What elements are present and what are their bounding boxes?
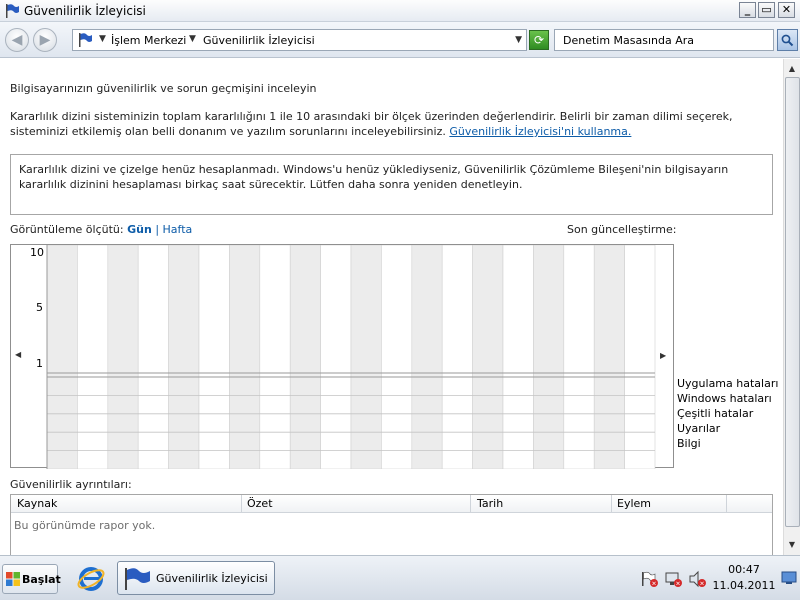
scroll-up-icon[interactable]: ▲ xyxy=(784,61,800,77)
address-history-dropdown-icon[interactable]: ▼ xyxy=(515,35,522,45)
view-week-link[interactable]: Hafta xyxy=(163,223,193,236)
clock-date: 11.04.2011 xyxy=(712,579,776,592)
view-label: Görüntüleme ölçütü: xyxy=(10,223,124,236)
column-divider[interactable] xyxy=(241,495,242,513)
action-center-tray-icon[interactable]: ✕ xyxy=(640,570,660,588)
windows-logo-icon xyxy=(6,572,20,586)
chart-day-column[interactable] xyxy=(107,245,139,469)
column-header-summary[interactable]: Özet xyxy=(247,497,273,510)
table-header: Kaynak Özet Tarih Eylem xyxy=(11,495,772,513)
legend-app-failures: Uygulama hataları xyxy=(677,377,779,390)
internet-explorer-icon[interactable] xyxy=(76,564,106,594)
intro-text: Kararlılık dizini sisteminizin toplam ka… xyxy=(10,109,775,139)
empty-table-message: Bu görünümde rapor yok. xyxy=(14,519,156,532)
breadcrumb-separator-icon[interactable]: ▼ xyxy=(189,34,196,44)
search-icon xyxy=(781,34,794,47)
view-separator: | xyxy=(155,223,160,236)
breadcrumb-item-action-center[interactable]: İşlem Merkezi xyxy=(111,34,186,47)
chart-day-column[interactable] xyxy=(320,245,352,469)
chart-day-column[interactable] xyxy=(198,245,230,469)
legend-warnings: Uyarılar xyxy=(677,422,721,435)
flag-icon xyxy=(125,568,150,590)
stability-chart-svg xyxy=(46,245,656,469)
view-selector: Görüntüleme ölçütü: Gün | Hafta xyxy=(10,223,192,236)
column-header-source[interactable]: Kaynak xyxy=(17,497,57,510)
taskbar-item-label: Güvenilirlik İzleyicisi xyxy=(156,572,268,585)
chart-day-column[interactable] xyxy=(381,245,413,469)
title-bar: Güvenilirlik İzleyicisi _ ▭ ✕ xyxy=(0,0,800,22)
chart-day-column[interactable] xyxy=(46,245,78,469)
main-content: Bilgisayarınızın güvenilirlik ve sorun g… xyxy=(0,59,783,555)
svg-text:✕: ✕ xyxy=(699,581,704,588)
help-link[interactable]: Güvenilirlik İzleyicisi'ni kullanma. xyxy=(449,125,631,138)
view-day-link[interactable]: Gün xyxy=(127,223,152,236)
y-tick-label: 5 xyxy=(36,301,43,314)
vertical-scrollbar[interactable]: ▲ ▼ xyxy=(783,59,800,555)
taskbar-item-reliability-monitor[interactable]: Güvenilirlik İzleyicisi xyxy=(117,561,275,595)
reliability-details-table: Kaynak Özet Tarih Eylem Bu görünümde rap… xyxy=(10,494,773,555)
svg-text:✕: ✕ xyxy=(675,581,680,588)
chart-day-column[interactable] xyxy=(229,245,261,469)
scroll-left-icon[interactable]: ◀ xyxy=(15,350,21,359)
chart-day-column[interactable] xyxy=(77,245,109,469)
column-header-action[interactable]: Eylem xyxy=(617,497,651,510)
last-update-label: Son güncelleştirme: xyxy=(567,223,677,236)
y-tick-label: 10 xyxy=(30,246,44,259)
column-divider[interactable] xyxy=(611,495,612,513)
breadcrumb-item-reliability-monitor[interactable]: Güvenilirlik İzleyicisi xyxy=(203,34,315,47)
chart-day-column[interactable] xyxy=(563,245,595,469)
minimize-button[interactable]: _ xyxy=(739,2,756,18)
legend-info: Bilgi xyxy=(677,437,701,450)
chart-day-column[interactable] xyxy=(411,245,443,469)
scroll-right-icon[interactable]: ▶ xyxy=(660,351,666,360)
chart-day-column[interactable] xyxy=(472,245,504,469)
scroll-down-icon[interactable]: ▼ xyxy=(784,537,800,553)
notice-box: Kararlılık dizini ve çizelge henüz hesap… xyxy=(10,154,773,215)
legend-misc-failures: Çeşitli hatalar xyxy=(677,407,754,420)
chart-day-column[interactable] xyxy=(624,245,656,469)
forward-button[interactable]: ▶ xyxy=(33,28,57,52)
close-button[interactable]: ✕ xyxy=(778,2,795,18)
flag-icon xyxy=(79,33,92,47)
system-clock[interactable]: 00:47 11.04.2011 xyxy=(712,562,776,594)
chart-day-column[interactable] xyxy=(350,245,382,469)
navigation-bar: ◀ ▶ ▼ İşlem Merkezi ▼ Güvenilirlik İzley… xyxy=(0,22,800,58)
flag-icon xyxy=(6,4,19,18)
chart-day-column[interactable] xyxy=(441,245,473,469)
network-tray-icon[interactable]: ✕ xyxy=(664,570,684,588)
taskbar: Başlat Güvenilirlik İzleyicisi ✕ ✕ ✕ 00:… xyxy=(0,555,800,600)
back-button[interactable]: ◀ xyxy=(5,28,29,52)
y-tick-label: 1 xyxy=(36,357,43,370)
maximize-button[interactable]: ▭ xyxy=(758,2,775,18)
breadcrumb-dropdown-icon[interactable]: ▼ xyxy=(99,34,106,44)
details-label: Güvenilirlik ayrıntıları: xyxy=(10,478,132,491)
chart-day-column[interactable] xyxy=(137,245,169,469)
start-button[interactable]: Başlat xyxy=(2,564,61,594)
chart-day-column[interactable] xyxy=(502,245,534,469)
volume-muted-tray-icon[interactable]: ✕ xyxy=(688,570,708,588)
start-label: Başlat xyxy=(22,573,61,586)
window-title: Güvenilirlik İzleyicisi xyxy=(24,4,146,18)
chart-day-column[interactable] xyxy=(259,245,291,469)
legend-windows-failures: Windows hataları xyxy=(677,392,772,405)
chart-day-column[interactable] xyxy=(533,245,565,469)
column-header-date[interactable]: Tarih xyxy=(477,497,503,510)
column-divider[interactable] xyxy=(726,495,727,513)
chart-day-column[interactable] xyxy=(168,245,200,469)
search-placeholder: Denetim Masasında Ara xyxy=(563,34,695,47)
column-divider[interactable] xyxy=(470,495,471,513)
page-heading: Bilgisayarınızın güvenilirlik ve sorun g… xyxy=(10,82,317,95)
search-button[interactable] xyxy=(777,29,798,51)
clock-time: 00:47 xyxy=(728,563,760,576)
stability-chart: 10 5 1 xyxy=(10,244,674,469)
scrollbar-thumb[interactable] xyxy=(785,77,800,527)
show-desktop-icon[interactable] xyxy=(781,570,797,586)
refresh-button[interactable]: ⟳ xyxy=(529,30,549,50)
search-input[interactable]: Denetim Masasında Ara xyxy=(554,29,774,51)
chart-day-column[interactable] xyxy=(289,245,321,469)
address-bar[interactable]: ▼ İşlem Merkezi ▼ Güvenilirlik İzleyicis… xyxy=(72,29,527,51)
svg-text:✕: ✕ xyxy=(651,581,656,588)
chart-day-column[interactable] xyxy=(593,245,625,469)
